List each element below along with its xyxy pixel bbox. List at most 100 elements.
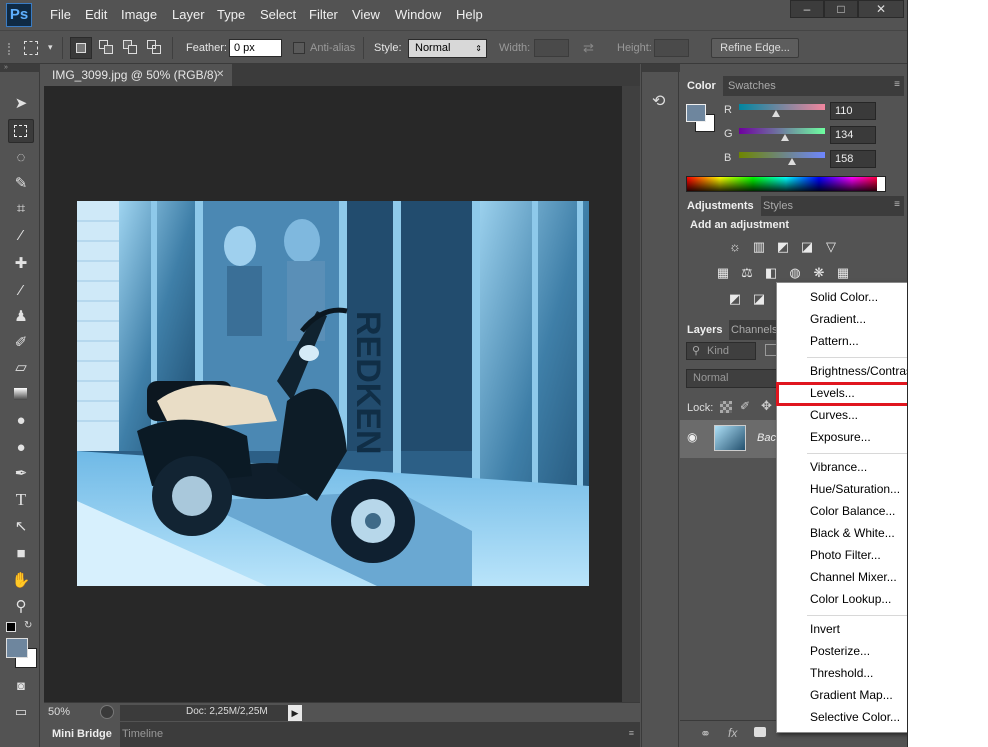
menu-item-photo-filter[interactable]: Photo Filter... xyxy=(810,544,881,566)
r-slider-thumb[interactable] xyxy=(771,110,780,117)
screen-mode-icon[interactable]: ▭ xyxy=(8,700,34,724)
status-menu-arrow-icon[interactable]: ▶ xyxy=(288,705,302,721)
g-slider-thumb[interactable] xyxy=(780,134,789,141)
r-value[interactable]: 110 xyxy=(830,102,876,120)
panel-menu-icon[interactable]: ≡ xyxy=(894,79,900,90)
gradient-tool-icon[interactable] xyxy=(8,382,34,406)
maximize-button[interactable]: □ xyxy=(824,0,858,18)
curves-icon[interactable]: ◩ xyxy=(775,239,791,255)
menu-item-gradient[interactable]: Gradient... xyxy=(810,308,866,330)
menu-item-exposure[interactable]: Exposure... xyxy=(810,426,871,448)
feather-input[interactable]: 0 px xyxy=(229,39,282,57)
tab-color[interactable]: Color xyxy=(680,76,723,96)
collapse-icon[interactable]: » xyxy=(0,64,40,72)
posterize-icon[interactable]: ◪ xyxy=(751,291,767,307)
refine-edge-button[interactable]: Refine Edge... xyxy=(711,38,799,58)
b-slider-thumb[interactable] xyxy=(788,158,797,165)
dodge-tool-icon[interactable]: ● xyxy=(8,436,34,460)
menu-item-color-balance[interactable]: Color Balance... xyxy=(810,500,895,522)
quick-mask-icon[interactable]: ◙ xyxy=(8,674,34,698)
stamp-tool-icon[interactable]: ♟ xyxy=(8,305,34,329)
eraser-tool-icon[interactable]: ▱ xyxy=(8,356,34,380)
document-tab[interactable]: IMG_3099.jpg @ 50% (RGB/8) ✕ xyxy=(44,64,232,86)
menu-item-pattern[interactable]: Pattern... xyxy=(810,330,859,352)
lock-transparency-icon[interactable] xyxy=(720,401,732,413)
blur-tool-icon[interactable]: ● xyxy=(8,409,34,433)
levels-icon[interactable]: ▥ xyxy=(751,239,767,255)
tab-styles[interactable]: Styles xyxy=(756,196,800,216)
minimize-button[interactable]: – xyxy=(790,0,824,18)
color-balance-icon[interactable]: ⚖ xyxy=(739,265,755,281)
menu-item-solid-color[interactable]: Solid Color... xyxy=(810,286,878,308)
swap-colors-icon[interactable]: ↻ xyxy=(24,620,32,631)
subtract-selection-icon[interactable] xyxy=(122,39,140,57)
menu-item-posterize[interactable]: Posterize... xyxy=(810,640,870,662)
tab-layers[interactable]: Layers xyxy=(680,320,730,340)
width-input[interactable] xyxy=(534,39,569,57)
hand-tool-icon[interactable]: ✋ xyxy=(8,569,34,593)
zoom-level[interactable]: 50% xyxy=(48,706,70,718)
type-tool-icon[interactable]: T xyxy=(8,488,34,512)
vibrance-icon[interactable]: ▽ xyxy=(823,239,839,255)
tab-mini-bridge[interactable]: Mini Bridge xyxy=(44,722,120,747)
menu-window[interactable]: Window xyxy=(395,7,441,22)
tab-swatches[interactable]: Swatches xyxy=(721,76,783,96)
new-selection-button[interactable] xyxy=(70,37,92,59)
mask-icon[interactable] xyxy=(754,727,766,737)
invert-icon[interactable]: ◩ xyxy=(727,291,743,307)
panel-menu-icon[interactable]: ≡ xyxy=(629,728,634,738)
panel-menu-icon[interactable]: ≡ xyxy=(894,199,900,210)
menu-item-hue-saturation[interactable]: Hue/Saturation... xyxy=(810,478,900,500)
menu-item-gradient-map[interactable]: Gradient Map... xyxy=(810,684,893,706)
foreground-color-swatch[interactable] xyxy=(6,638,28,658)
link-icon[interactable]: ⚭ xyxy=(700,726,711,742)
menu-layer[interactable]: Layer xyxy=(172,7,205,22)
hue-saturation-icon[interactable]: ▦ xyxy=(715,265,731,281)
marquee-tool-icon[interactable] xyxy=(8,119,34,143)
blend-mode-select[interactable]: Normal xyxy=(686,369,778,388)
b-slider[interactable] xyxy=(739,152,825,158)
menu-select[interactable]: Select xyxy=(260,7,296,22)
document-image[interactable]: REDKEN xyxy=(77,201,589,586)
exposure-icon[interactable]: ◪ xyxy=(799,239,815,255)
tab-adjustments[interactable]: Adjustments xyxy=(680,196,761,216)
menu-item-color-lookup[interactable]: Color Lookup... xyxy=(810,588,891,610)
menu-item-selective-color[interactable]: Selective Color... xyxy=(810,706,900,728)
history-brush-tool-icon[interactable]: ✐ xyxy=(8,331,34,355)
channel-mixer-icon[interactable]: ❋ xyxy=(811,265,827,281)
layer-row[interactable]: ◉ Back xyxy=(680,420,781,458)
photo-filter-icon[interactable]: ◍ xyxy=(787,265,803,281)
vertical-scrollbar[interactable] xyxy=(622,86,640,702)
fx-icon[interactable]: fx xyxy=(728,726,737,740)
menu-item-threshold[interactable]: Threshold... xyxy=(810,662,873,684)
path-select-tool-icon[interactable]: ↖ xyxy=(8,515,34,539)
menu-file[interactable]: File xyxy=(50,7,71,22)
default-colors-icon[interactable] xyxy=(6,622,16,632)
crop-tool-icon[interactable]: ⌗ xyxy=(8,197,34,221)
g-value[interactable]: 134 xyxy=(830,126,876,144)
add-selection-icon[interactable] xyxy=(98,39,116,57)
black-white-icon[interactable]: ◧ xyxy=(763,265,779,281)
color-lookup-icon[interactable]: ▦ xyxy=(835,265,851,281)
r-slider[interactable] xyxy=(739,104,825,110)
status-icon[interactable] xyxy=(100,705,114,719)
menu-filter[interactable]: Filter xyxy=(309,7,338,22)
quick-select-tool-icon[interactable]: ✎ xyxy=(8,172,34,196)
antialias-checkbox[interactable] xyxy=(293,42,305,54)
b-value[interactable]: 158 xyxy=(830,150,876,168)
chevron-down-icon[interactable]: ▾ xyxy=(48,42,53,53)
swap-icon[interactable]: ⇄ xyxy=(583,40,594,56)
menu-help[interactable]: Help xyxy=(456,7,483,22)
menu-item-black-white[interactable]: Black & White... xyxy=(810,522,895,544)
menu-item-vibrance[interactable]: Vibrance... xyxy=(810,456,867,478)
lock-pixels-icon[interactable]: ✐ xyxy=(740,399,750,413)
height-input[interactable] xyxy=(654,39,689,57)
color-spectrum-bar[interactable] xyxy=(686,176,886,192)
menu-image[interactable]: Image xyxy=(121,7,157,22)
lasso-tool-icon[interactable]: ◌ xyxy=(8,146,34,170)
zoom-tool-icon[interactable]: ⚲ xyxy=(8,595,34,619)
menu-type[interactable]: Type xyxy=(217,7,245,22)
eyedropper-tool-icon[interactable]: ⁄ xyxy=(8,224,34,248)
style-select[interactable]: Normal ⇕ xyxy=(408,39,487,58)
history-icon[interactable]: ⟲ xyxy=(652,91,665,111)
